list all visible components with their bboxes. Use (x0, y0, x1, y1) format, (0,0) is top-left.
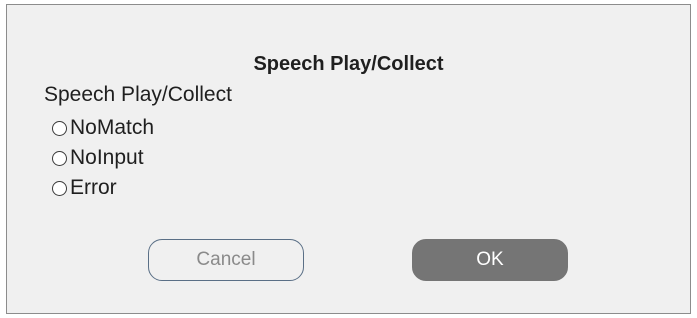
radio-option-error[interactable]: Error (52, 173, 154, 203)
ok-button[interactable]: OK (412, 239, 568, 281)
radio-group-label: Speech Play/Collect (44, 83, 232, 106)
radio-label-nomatch: NoMatch (70, 116, 155, 139)
radio-button-nomatch[interactable] (52, 120, 67, 136)
radio-option-nomatch[interactable]: NoMatch (52, 113, 154, 143)
radio-button-error[interactable] (52, 180, 67, 196)
radio-label-noinput: NoInput (70, 146, 144, 169)
radio-group: NoMatch NoInput Error (52, 113, 154, 203)
radio-button-noinput[interactable] (52, 150, 67, 166)
cancel-button[interactable]: Cancel (148, 239, 304, 281)
radio-label-error: Error (70, 176, 117, 199)
radio-option-noinput[interactable]: NoInput (52, 143, 154, 173)
dialog-title: Speech Play/Collect (253, 53, 444, 75)
speech-play-collect-dialog: Speech Play/Collect Speech Play/Collect … (6, 4, 691, 314)
